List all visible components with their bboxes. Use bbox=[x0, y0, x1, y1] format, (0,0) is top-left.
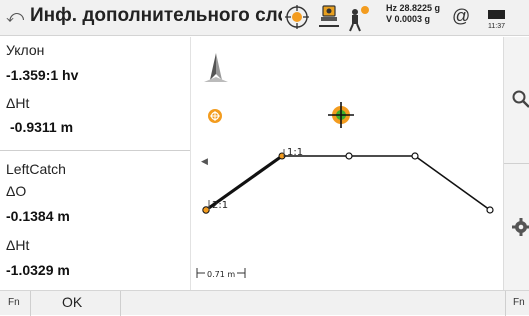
slope-value: -1.359:1 hv bbox=[6, 67, 79, 83]
delta-ht-value: -0.9311 m bbox=[10, 119, 74, 135]
cross-section-view[interactable]: ◀ 1:1 2:1 0.71 m bbox=[191, 37, 502, 290]
delta-o-label: ΔO bbox=[6, 183, 27, 199]
page-title: Инф. дополнительного сло bbox=[30, 5, 282, 26]
battery-status: 11:37 bbox=[486, 6, 529, 32]
delta-ht2-label: ΔHt bbox=[6, 237, 30, 253]
clock-time: 11:37 bbox=[488, 23, 505, 30]
bottom-divider bbox=[30, 291, 31, 316]
person-alert-icon[interactable] bbox=[344, 4, 372, 37]
crosshair-target-icon bbox=[328, 102, 354, 128]
settings-icon[interactable] bbox=[511, 217, 529, 242]
back-button[interactable]: ⤺ bbox=[6, 7, 24, 27]
slope-label-b: 2:1 bbox=[212, 200, 228, 211]
angle-readout: Hz 28.8225 g V 0.0003 g bbox=[386, 3, 440, 25]
title-bar: ⤺ Инф. дополнительного сло Hz 28.8225 g … bbox=[0, 0, 529, 36]
section-divider bbox=[0, 150, 190, 151]
v-readout: V 0.0003 g bbox=[386, 14, 431, 24]
ok-button[interactable]: OK bbox=[62, 294, 82, 310]
hz-readout: Hz 28.8225 g bbox=[386, 3, 441, 13]
instrument-icon[interactable] bbox=[316, 4, 342, 35]
at-icon[interactable]: @ bbox=[452, 6, 470, 27]
collapse-panel-icon[interactable]: ◀ bbox=[201, 157, 208, 167]
fn-key-right[interactable]: Fn bbox=[513, 297, 525, 308]
catch-label: LeftCatch bbox=[6, 161, 66, 177]
battery-icon bbox=[488, 10, 505, 19]
slope-label: Уклон bbox=[6, 42, 45, 58]
toolbar-divider bbox=[504, 163, 529, 164]
north-arrow-icon bbox=[204, 53, 228, 82]
profile-point bbox=[486, 206, 494, 214]
scale-bar: 0.71 m bbox=[196, 267, 246, 279]
search-icon[interactable] bbox=[511, 89, 529, 114]
catch-point bbox=[202, 206, 210, 214]
slope-label-a: 1:1 bbox=[287, 147, 303, 158]
bottom-divider bbox=[120, 291, 121, 316]
delta-o-value: -0.1384 m bbox=[6, 208, 70, 224]
profile-point bbox=[411, 152, 419, 160]
bottom-bar: Fn OK Fn bbox=[0, 290, 529, 316]
target-prism-icon[interactable] bbox=[284, 4, 310, 35]
delta-ht-label: ΔHt bbox=[6, 95, 30, 111]
profile-line bbox=[205, 155, 491, 211]
bottom-divider bbox=[505, 291, 506, 316]
prism-target-icon bbox=[208, 109, 222, 123]
fn-key-left[interactable]: Fn bbox=[8, 297, 20, 308]
info-panel: Уклон -1.359:1 hv ΔHt -0.9311 m LeftCatc… bbox=[0, 37, 191, 290]
delta-ht2-value: -1.0329 m bbox=[6, 262, 70, 278]
scale-label: 0.71 m bbox=[207, 270, 235, 279]
profile-point bbox=[345, 152, 353, 160]
cross-section-svg: ◀ 1:1 2:1 0.71 m bbox=[196, 53, 494, 279]
right-toolbar bbox=[503, 37, 529, 290]
